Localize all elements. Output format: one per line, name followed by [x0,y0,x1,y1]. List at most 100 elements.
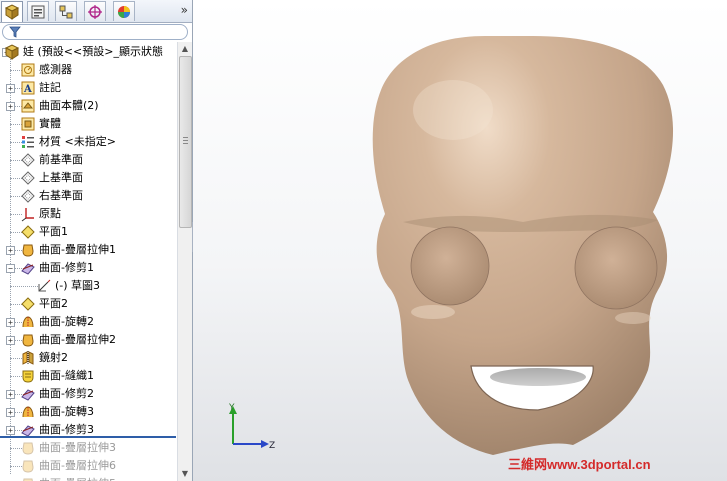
tree-vertical-scrollbar[interactable]: ▲ ▼ [177,42,192,481]
expand-plus-icon[interactable]: + [6,426,15,435]
origin-icon [21,208,34,222]
plane-icon [21,189,35,203]
plane-yellow-icon [21,225,35,239]
tree-filter-input[interactable] [2,24,188,40]
tree-item-label: 曲面-旋轉2 [39,315,94,328]
configuration-manager-icon [59,5,73,18]
expand-plus-icon[interactable]: + [6,336,15,345]
loft-icon [22,460,34,473]
tree-item[interactable]: + A 註記 [0,79,176,97]
tree-item-label: 曲面-修剪1 [39,261,94,274]
tree-item[interactable]: (-) 草圖3 [0,277,176,295]
expand-plus-icon[interactable]: + [6,318,15,327]
scroll-down-arrow-icon[interactable]: ▼ [178,467,192,481]
tree-item-label: 原點 [39,207,61,220]
tree-item-label: 平面1 [39,225,68,238]
tree-item-label: 曲面-疊層拉伸6 [39,459,116,472]
trim-icon [21,263,35,275]
collapse-minus-icon[interactable]: − [6,264,15,273]
tree-item[interactable]: 前基準面 [0,151,176,169]
tree-item[interactable]: + 曲面-疊層拉伸2 [0,331,176,349]
property-manager-icon [31,5,45,18]
tree-item-label: 曲面-修剪2 [39,387,94,400]
filter-icon [9,26,21,38]
axis-z-label: Z [269,441,275,451]
tree-item-label: 感測器 [39,63,72,76]
loft-icon [22,334,34,347]
scroll-thumb[interactable] [179,56,192,228]
tab-display-manager[interactable] [113,1,135,21]
tree-item[interactable]: + 曲面-修剪2 [0,385,176,403]
axis-triad: Y Z [228,403,275,451]
revolve-icon [22,316,34,328]
plane-icon [21,153,35,167]
loft-icon [23,478,33,481]
tree-item[interactable]: 曲面-縫織1 [0,367,176,385]
tab-property-manager[interactable] [27,1,49,21]
solid-bodies-icon [21,117,35,131]
tree-item[interactable]: + 曲面-旋轉2 [0,313,176,331]
tabs-more-chevron-icon[interactable]: » [181,3,188,17]
tree-item[interactable]: 曲面-疊層拉伸6 [0,457,176,475]
surface-bodies-icon [21,99,35,113]
plane-icon [21,171,35,185]
tab-configuration-manager[interactable] [55,1,77,21]
tree-item-label: 曲面-疊層拉伸2 [39,333,116,346]
expand-plus-icon[interactable]: + [6,390,15,399]
tree-item[interactable]: 原點 [0,205,176,223]
tree-item[interactable]: 感測器 [0,61,176,79]
tree-item[interactable]: 平面2 [0,295,176,313]
tree-item-label: 曲面-疊層拉伸3 [39,441,116,454]
tree-item[interactable]: − 曲面-修剪1 [0,259,176,277]
tree-item-label: 右基準面 [39,189,83,202]
watermark-text: 三維网www.3dportal.cn [508,457,651,472]
tree-item-label: 曲面-疊層拉伸5 [39,475,116,481]
expand-plus-icon[interactable]: + [6,408,15,417]
part-icon [4,44,20,60]
scroll-up-arrow-icon[interactable]: ▲ [178,42,192,56]
tree-item[interactable]: + 曲面-疊層拉伸1 [0,241,176,259]
expand-plus-icon[interactable]: + [6,102,15,111]
tab-dimxpert-manager[interactable] [84,1,106,21]
material-icon [22,136,34,148]
knit-icon [22,370,34,383]
tree-item[interactable]: 上基準面 [0,169,176,187]
tree-item[interactable]: 鏡射2 [0,349,176,367]
svg-text:A: A [23,84,32,95]
tree-item-label: 曲面-疊層拉伸1 [39,243,116,256]
tree-item[interactable]: + 曲面本體(2) [0,97,176,115]
tree-item-label: 曲面本體(2) [39,99,99,112]
tree-item-label: 曲面-縫織1 [39,369,94,382]
tree-item[interactable]: 曲面-疊層拉伸3 [0,439,176,457]
dimxpert-manager-icon [88,4,102,19]
tree-item[interactable]: 平面1 [0,223,176,241]
tree-item[interactable]: 右基準面 [0,187,176,205]
tree-item[interactable]: 曲面-疊層拉伸5 [0,475,176,481]
loft-icon [22,244,34,257]
left-eye-socket [410,226,490,306]
tab-feature-manager[interactable] [1,1,23,22]
expand-plus-icon[interactable]: + [6,84,15,93]
axis-y-label: Y [228,403,235,413]
display-manager-icon [118,5,130,18]
manager-tabs: » [0,0,192,23]
tree-item-label: 註記 [39,81,61,94]
tree-item[interactable]: 實體 [0,115,176,133]
tree-item-label: 實體 [39,117,61,130]
tree-item[interactable]: 材質 <未指定> [0,133,176,151]
sketch-icon [38,279,51,292]
revolve-icon [22,406,34,418]
trim-icon [21,389,35,401]
rollback-bar[interactable] [0,436,176,438]
plane-yellow-icon [21,297,35,311]
tree-item-label: 上基準面 [39,171,83,184]
graphics-viewport[interactable]: Y Z [193,0,727,481]
tree-item[interactable]: + 曲面-旋轉3 [0,403,176,421]
expand-plus-icon[interactable]: + [6,246,15,255]
tree-item[interactable]: −娃 (預設<<預設>_顯示狀態 [0,43,176,61]
tree-item-label: 材質 <未指定> [39,135,116,148]
tree-item-label: 前基準面 [39,153,83,166]
tree-item-label: 平面2 [39,297,68,310]
feature-manager-icon [4,4,20,20]
feature-tree: −娃 (預設<<預設>_顯示狀態感測器 + A 註記 + 曲面本體(2) 實體材質 <未指定… [0,42,176,481]
